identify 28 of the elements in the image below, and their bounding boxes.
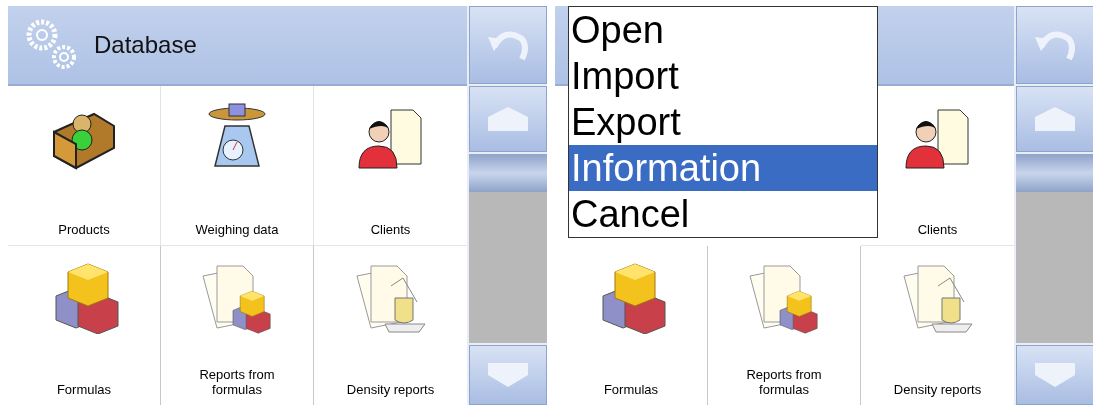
tile-label[interactable]: Clients — [330, 221, 451, 237]
scrollbar-thumb[interactable] — [1016, 154, 1093, 192]
scroll-up-button[interactable] — [469, 86, 547, 152]
menu-item[interactable]: Import — [569, 53, 877, 99]
tile-label[interactable]: Density reports — [877, 382, 998, 397]
up-arrow-icon — [486, 105, 530, 133]
menu-item[interactable]: Open — [569, 7, 877, 53]
undo-button[interactable] — [469, 6, 547, 84]
window-title: Database — [94, 30, 197, 60]
tile-label[interactable]: Clients — [877, 221, 998, 237]
undo-button[interactable] — [1016, 6, 1093, 84]
down-arrow-icon — [1033, 361, 1077, 389]
tile-label[interactable]: Formulas — [24, 382, 144, 397]
menu-item[interactable]: Export — [569, 99, 877, 145]
tile-label[interactable]: Reports from formulas — [177, 367, 297, 397]
tile-label[interactable]: Reports from formulas — [724, 367, 844, 397]
scrollbar-thumb[interactable] — [469, 154, 547, 192]
down-arrow-icon — [486, 361, 530, 389]
scroll-down-button[interactable] — [1016, 345, 1093, 405]
scroll-up-button[interactable] — [1016, 86, 1093, 152]
up-arrow-icon — [1033, 105, 1077, 133]
menu-item[interactable]: Information — [569, 145, 877, 191]
tile-label[interactable]: Weighing data — [177, 221, 297, 237]
tile-label[interactable]: Density reports — [330, 382, 451, 397]
tile-label[interactable]: Formulas — [571, 382, 691, 397]
scroll-down-button[interactable] — [469, 345, 547, 405]
menu-item[interactable]: Cancel — [569, 191, 877, 237]
tile-label[interactable]: Products — [24, 221, 144, 237]
